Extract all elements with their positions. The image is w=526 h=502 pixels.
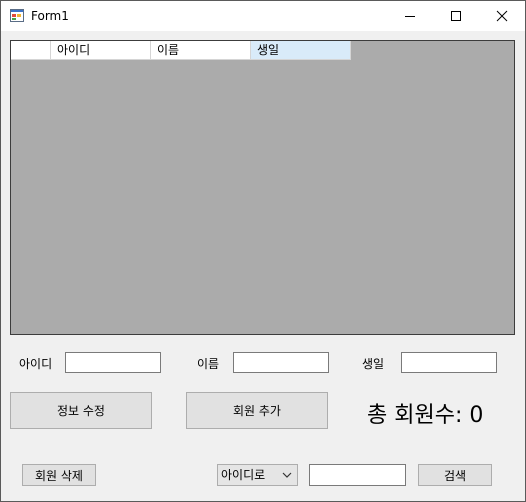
delete-member-button-label: 회원 삭제	[35, 468, 83, 483]
edit-info-button[interactable]: 정보 수정	[10, 392, 152, 429]
grid-column-header-birthday[interactable]: 생일	[251, 41, 351, 60]
birthday-label: 생일	[362, 357, 385, 371]
grid-column-header-name[interactable]: 이름	[151, 41, 251, 60]
search-button[interactable]: 검색	[418, 464, 492, 486]
form-app-icon	[10, 9, 24, 22]
name-label: 이름	[197, 357, 220, 371]
search-button-label: 검색	[443, 468, 467, 483]
window-title: Form1	[31, 9, 69, 23]
chevron-down-icon	[282, 472, 292, 478]
total-members-label: 총 회원수: 0	[367, 403, 484, 428]
minimize-icon	[405, 16, 415, 17]
id-label: 아이디	[19, 357, 53, 371]
close-icon	[496, 10, 508, 22]
delete-member-button[interactable]: 회원 삭제	[22, 464, 96, 486]
birthday-input[interactable]	[401, 352, 497, 373]
name-input[interactable]	[233, 352, 329, 373]
close-button[interactable]	[479, 1, 525, 31]
search-mode-selected: 아이디로	[221, 468, 266, 482]
member-grid[interactable]: 아이디 이름 생일	[10, 40, 515, 335]
search-mode-select[interactable]: 아이디로	[217, 464, 298, 486]
maximize-button[interactable]	[433, 1, 479, 31]
maximize-icon	[451, 11, 461, 21]
minimize-button[interactable]	[387, 1, 433, 31]
grid-column-header-id[interactable]: 아이디	[51, 41, 151, 60]
add-member-button-label: 회원 추가	[233, 404, 281, 418]
grid-header-row: 아이디 이름 생일	[11, 41, 351, 60]
add-member-button[interactable]: 회원 추가	[186, 392, 328, 429]
grid-row-header-corner[interactable]	[11, 41, 51, 60]
edit-info-button-label: 정보 수정	[57, 404, 105, 418]
id-input[interactable]	[65, 352, 161, 373]
title-bar[interactable]: Form1	[1, 1, 525, 31]
search-input[interactable]	[309, 464, 406, 486]
main-window: Form1 아이디 이름 생일 아이디 이름 생일 정보 수정 회원 추가 총 …	[0, 0, 526, 502]
